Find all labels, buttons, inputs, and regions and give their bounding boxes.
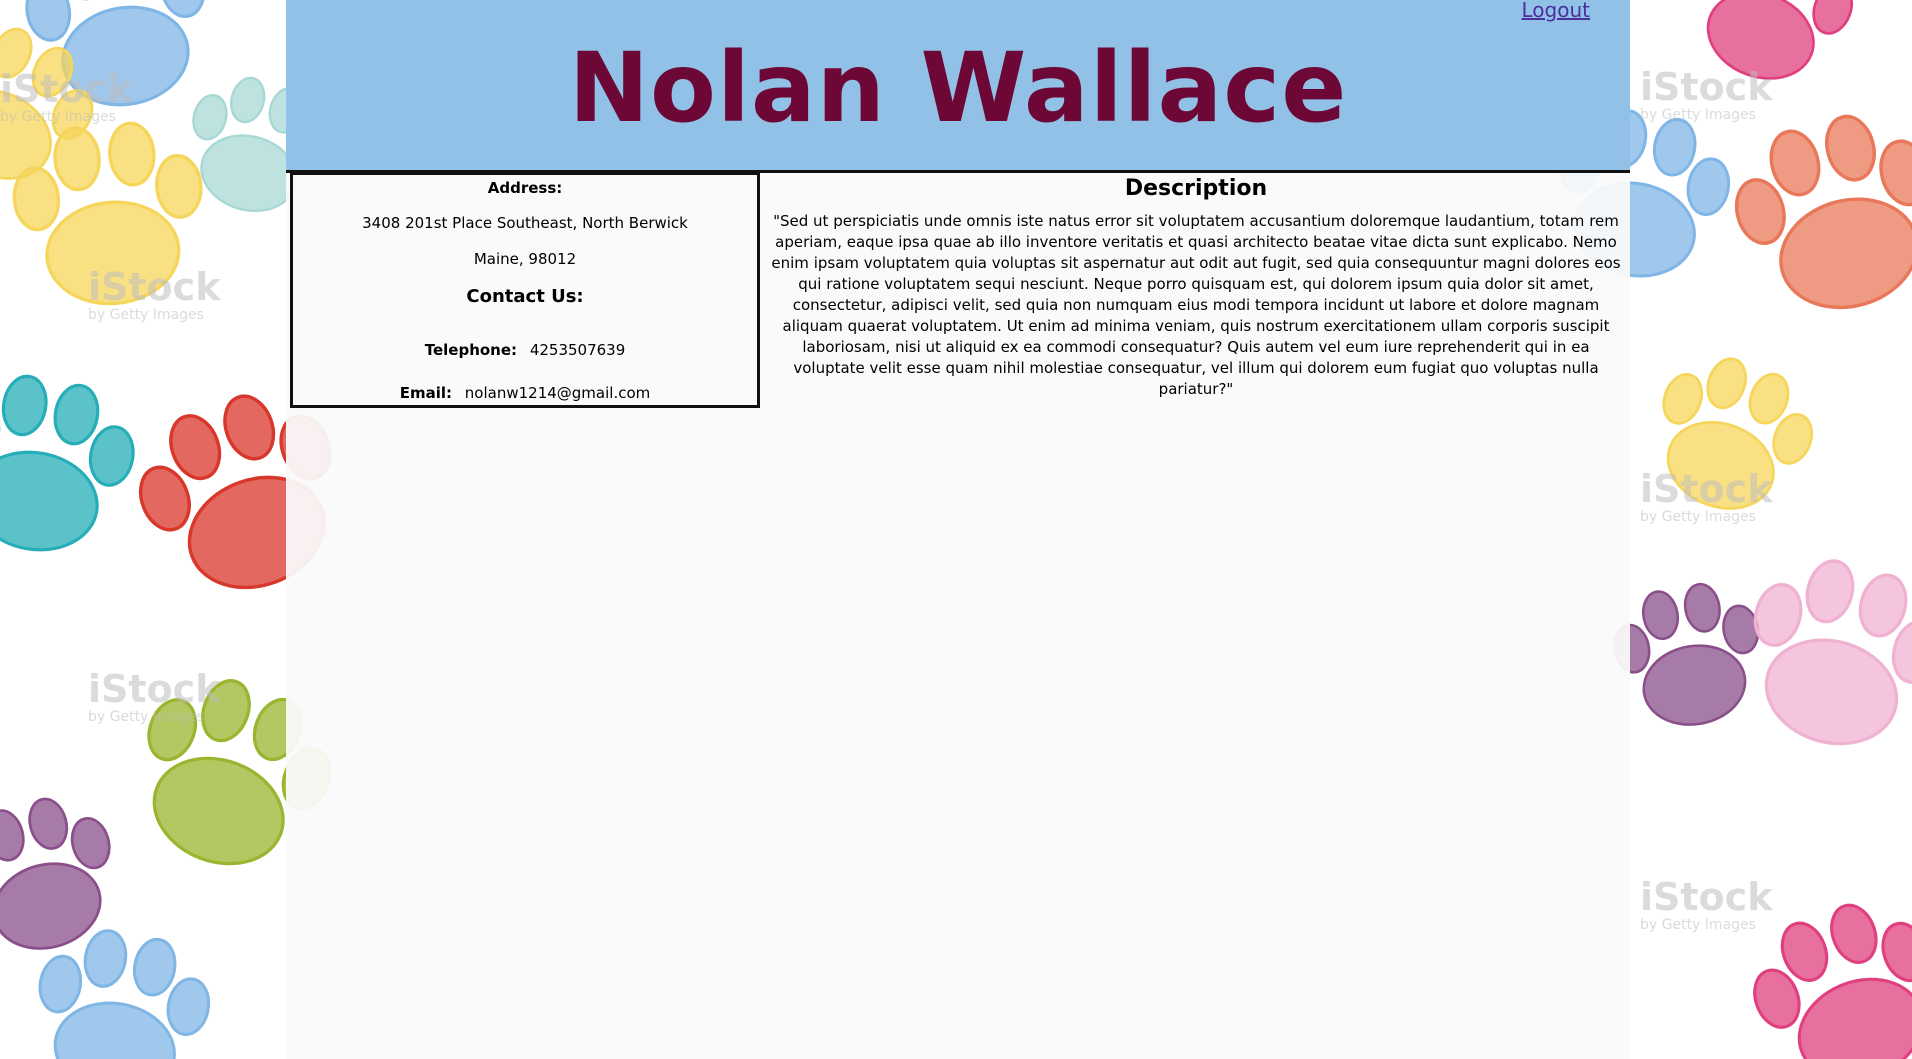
contact-info-box: Address: 3408 201st Place Southeast, Nor… bbox=[290, 172, 760, 408]
watermark-text: iStock bbox=[1640, 467, 1773, 511]
watermark-subtext: by Getty Images bbox=[1640, 917, 1756, 933]
profile-header: Logout Nolan Wallace bbox=[286, 0, 1630, 173]
stock-watermark: iStock by Getty Images bbox=[1640, 470, 1772, 524]
watermark-text: iStock bbox=[88, 667, 221, 711]
email-label: Email: bbox=[399, 384, 453, 402]
address-line-2: Maine, 98012 bbox=[473, 250, 577, 268]
watermark-text: iStock bbox=[0, 67, 133, 111]
watermark-subtext: by Getty Images bbox=[1640, 107, 1756, 123]
paw-print-icon bbox=[1613, 582, 1760, 726]
watermark-subtext: by Getty Images bbox=[88, 709, 204, 725]
telephone-value: 4253507639 bbox=[529, 341, 626, 359]
stock-watermark: iStock by Getty Images bbox=[0, 70, 132, 124]
watermark-subtext: by Getty Images bbox=[1640, 509, 1756, 525]
watermark-text: iStock bbox=[1640, 65, 1773, 109]
address-title: Address: bbox=[487, 179, 563, 197]
description-title: Description bbox=[1124, 176, 1268, 201]
telephone-label: Telephone: bbox=[424, 341, 518, 359]
stock-watermark: iStock by Getty Images bbox=[88, 268, 220, 322]
contact-title: Contact Us: bbox=[466, 286, 584, 307]
stock-watermark: iStock by Getty Images bbox=[1640, 878, 1772, 932]
telephone-row: Telephone: 4253507639 bbox=[293, 341, 757, 359]
paw-print-icon bbox=[1753, 559, 1912, 746]
paw-print-icon bbox=[1734, 114, 1912, 310]
email-row: Email: nolanw1214@gmail.com bbox=[293, 384, 757, 402]
stock-watermark: iStock by Getty Images bbox=[88, 670, 220, 724]
email-value: nolanw1214@gmail.com bbox=[464, 384, 651, 402]
description-section: Description "Sed ut perspiciatis unde om… bbox=[768, 176, 1624, 400]
profile-name: Nolan Wallace bbox=[568, 32, 1348, 144]
watermark-subtext: by Getty Images bbox=[88, 307, 204, 323]
description-text: "Sed ut perspiciatis unde omnis iste nat… bbox=[771, 212, 1621, 398]
watermark-text: iStock bbox=[88, 265, 221, 309]
logout-link[interactable]: Logout bbox=[1522, 0, 1590, 22]
address-line-1: 3408 201st Place Southeast, North Berwic… bbox=[362, 214, 688, 232]
watermark-text: iStock bbox=[1640, 875, 1773, 919]
stock-watermark: iStock by Getty Images bbox=[1640, 68, 1772, 122]
profile-page: Logout Nolan Wallace Address: 3408 201st… bbox=[286, 0, 1630, 1059]
watermark-subtext: by Getty Images bbox=[0, 109, 116, 125]
paw-print-icon bbox=[0, 374, 135, 552]
